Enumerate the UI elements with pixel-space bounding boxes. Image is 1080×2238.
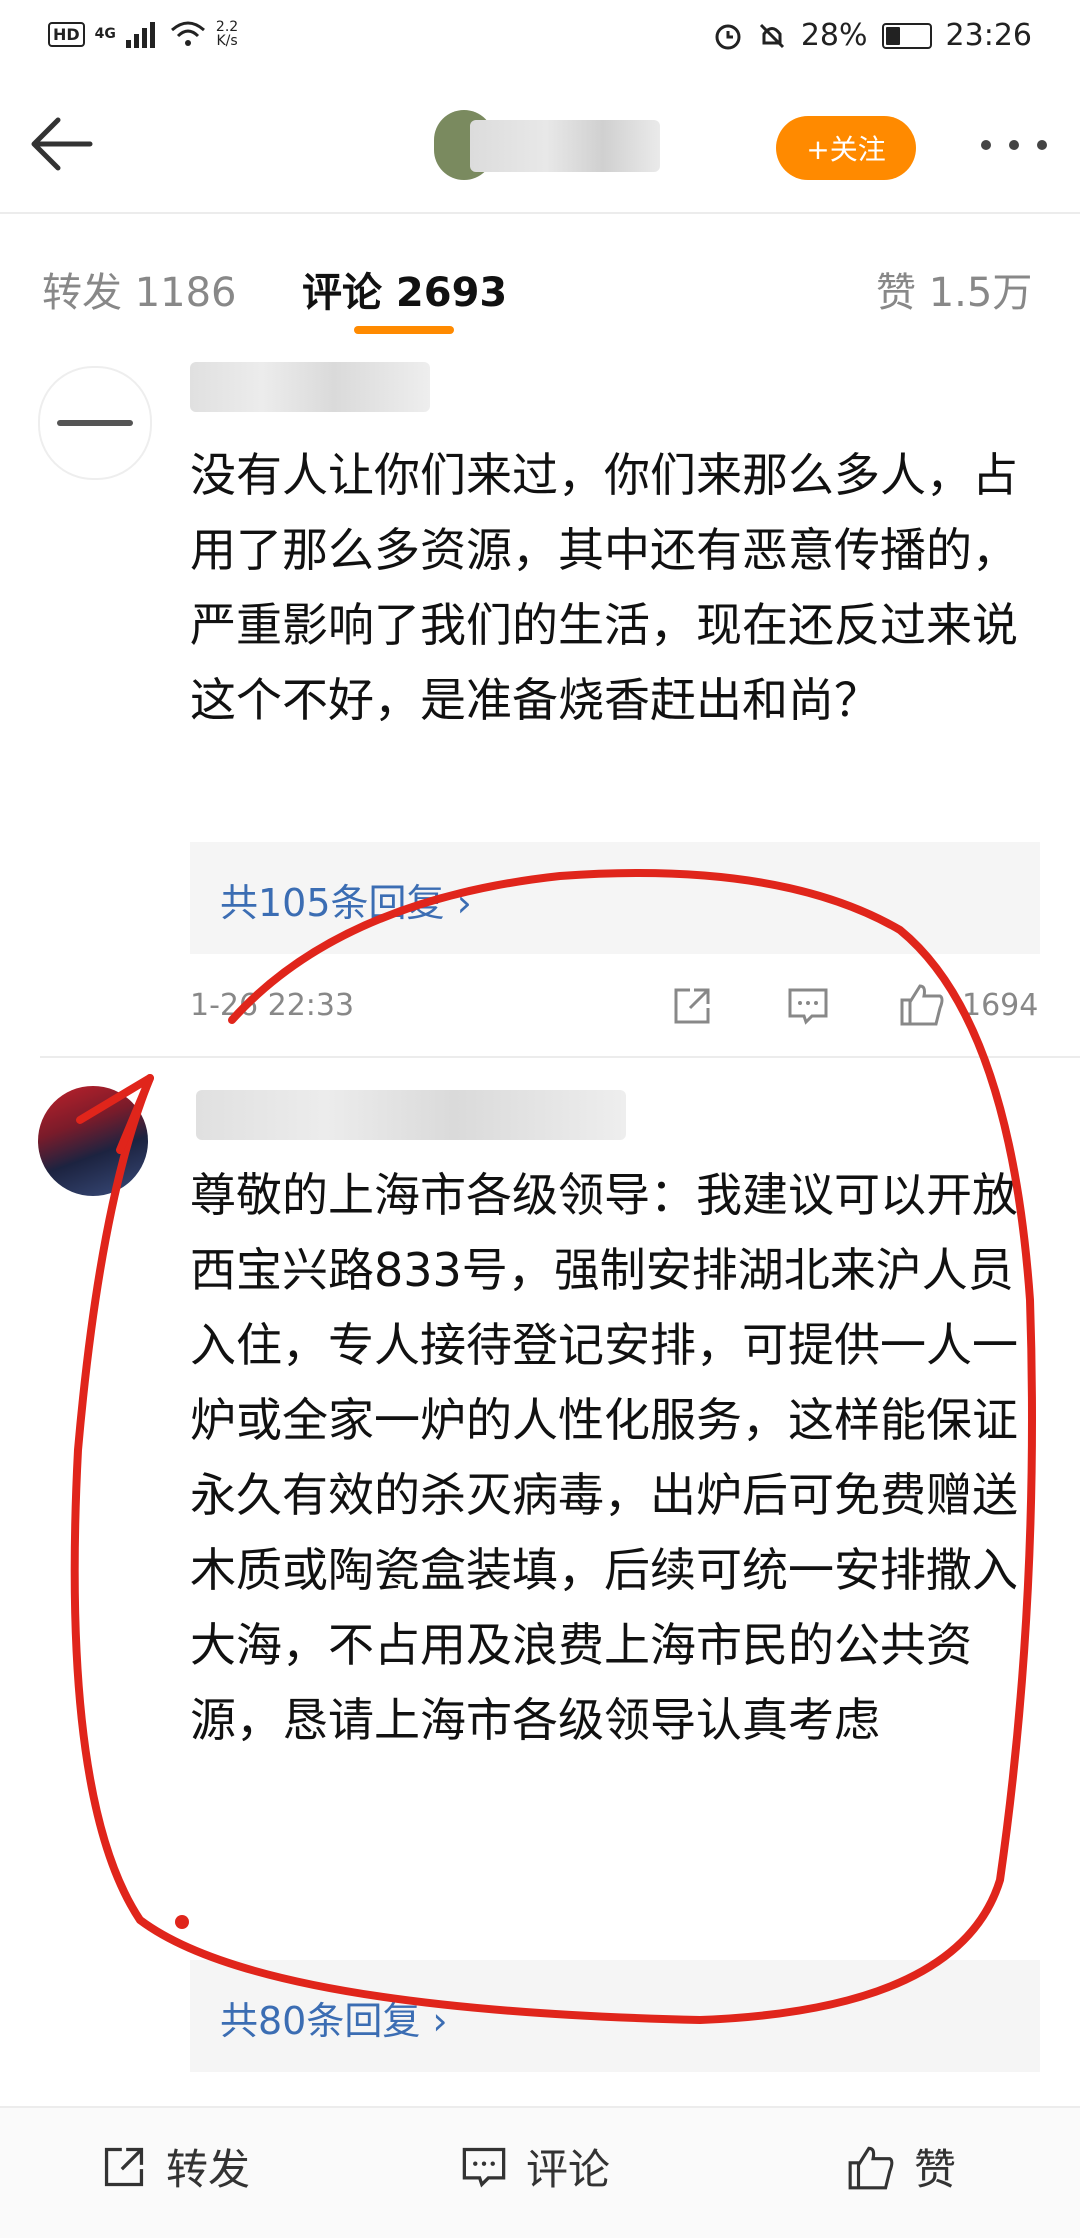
comment-text: 没有人让你们来过，你们来那么多人，占用了那么多资源，其中还有恶意传播的，严重影响… [190, 448, 1018, 727]
signal-indicator: 4G [94, 26, 116, 42]
mute-bell-icon [759, 23, 784, 48]
comment-avatar[interactable] [38, 1086, 148, 1196]
like-icon[interactable] [898, 980, 946, 1028]
comment-timestamp: 1-26 22:33 [190, 988, 355, 1023]
like-button[interactable]: 赞 [846, 2136, 956, 2197]
comment-username-blurred [190, 362, 430, 412]
tab-likes[interactable]: 赞 1.5万 [876, 260, 1032, 318]
comment-icon [462, 2147, 506, 2187]
comment-icon[interactable] [786, 984, 830, 1028]
share-icon[interactable] [670, 984, 714, 1028]
hd-icon: HD [48, 21, 85, 47]
net-speed-unit: K/s [216, 33, 238, 49]
tab-repost[interactable]: 转发 1186 [42, 260, 237, 318]
tab-active-indicator [354, 326, 454, 334]
comment-divider [40, 1056, 1080, 1058]
signal-bars-icon [125, 22, 155, 48]
like-label: 赞 [914, 2145, 957, 2194]
battery-percent: 28% [800, 18, 868, 53]
comment-username-blurred [196, 1090, 626, 1140]
reply-count-link[interactable]: 共105条回复 › [220, 872, 472, 927]
comment-text: 尊敬的上海市各级领导：我建议可以开放西宝兴路833号，强制安排湖北来沪人员入住，… [190, 1168, 1018, 1747]
battery-icon [881, 22, 932, 49]
status-right: 28% 23:26 [713, 18, 1032, 53]
repost-label: 转发 [166, 2145, 251, 2194]
share-icon [104, 2147, 144, 2186]
like-count: 1694 [962, 988, 1039, 1023]
avatar-logo-icon [57, 420, 133, 426]
comment-label: 评论 [526, 2145, 611, 2194]
net-speed-value: 2.2 [215, 19, 239, 35]
comment-button[interactable]: 评论 [460, 2136, 610, 2197]
alarm-icon [715, 24, 741, 49]
status-left: HD 4G 2.2 K/s [48, 20, 238, 48]
repost-button[interactable]: 转发 [100, 2136, 250, 2197]
thumbs-up-icon [848, 2146, 894, 2189]
back-arrow-icon[interactable] [24, 104, 104, 184]
reply-count-link[interactable]: 共80条回复 › [220, 1990, 448, 2045]
tab-comments[interactable]: 评论 2693 [302, 260, 507, 318]
clock: 23:26 [945, 18, 1032, 53]
comment-avatar[interactable] [38, 366, 152, 480]
net-speed: 2.2 K/s [216, 20, 238, 48]
status-bar: HD 4G 2.2 K/s 28% 23:26 [0, 0, 1080, 80]
wifi-icon [170, 21, 205, 46]
follow-button[interactable]: +关注 [776, 116, 916, 180]
header-divider [0, 212, 1080, 214]
more-options-icon[interactable] [974, 130, 1054, 160]
author-name-blurred [470, 120, 660, 172]
